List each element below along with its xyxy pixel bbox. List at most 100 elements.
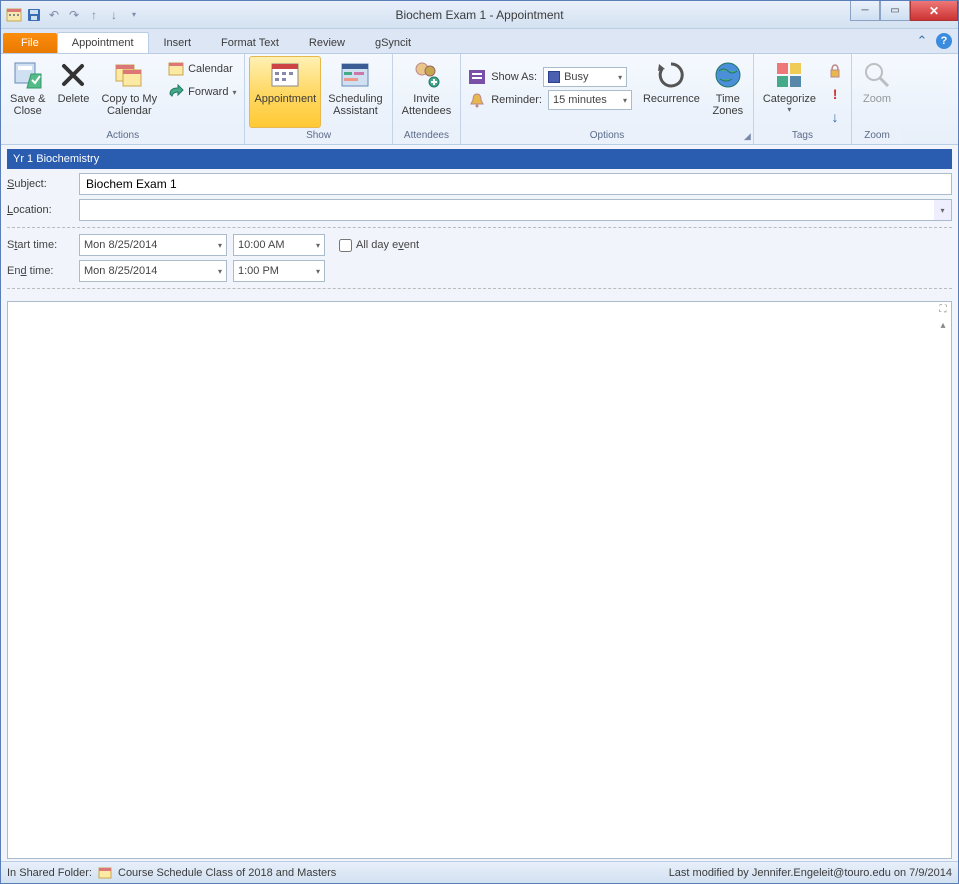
scheduling-icon	[339, 59, 371, 91]
exclamation-icon: !	[827, 86, 843, 102]
statusbar: In Shared Folder: Course Schedule Class …	[1, 861, 958, 883]
show-as-dropdown[interactable]: Busy ▾	[543, 67, 627, 87]
expand-icon[interactable]: ⛶	[936, 304, 950, 318]
options-dialog-launcher[interactable]: ◢	[744, 131, 751, 142]
subject-input[interactable]	[79, 173, 952, 195]
group-tags-label: Tags	[754, 130, 851, 144]
save-icon[interactable]	[25, 6, 43, 24]
recurrence-button[interactable]: Recurrence	[638, 56, 705, 128]
group-attendees-label: Attendees	[393, 130, 461, 144]
location-input[interactable]	[79, 199, 934, 221]
delete-button[interactable]: Delete	[52, 56, 94, 128]
subject-label: Subject:	[7, 178, 73, 190]
calendar-icon	[168, 61, 184, 77]
app-icon	[5, 6, 23, 24]
previous-item-icon[interactable]: ↑	[85, 6, 103, 24]
start-time-input[interactable]: 10:00 AM▾	[233, 234, 325, 256]
window-title: Biochem Exam 1 - Appointment	[395, 8, 563, 22]
reminder-label: Reminder:	[491, 94, 542, 106]
separator	[7, 288, 952, 289]
save-close-icon	[12, 59, 44, 91]
body-area: ⛶ ▴	[7, 301, 952, 859]
window-controls: ─ ▭ ✕	[850, 1, 958, 21]
chevron-down-icon: ▾	[618, 73, 622, 82]
scheduling-label: Scheduling Assistant	[328, 93, 382, 117]
tab-appointment[interactable]: Appointment	[57, 32, 149, 53]
time-zones-button[interactable]: Time Zones	[707, 56, 749, 128]
forward-label: Forward	[188, 86, 228, 98]
group-options: Show As: Busy ▾ Reminder: 15 minutes	[461, 54, 754, 144]
invite-icon	[410, 59, 442, 91]
scroll-up-icon[interactable]: ▴	[936, 320, 950, 334]
invite-button[interactable]: Invite Attendees	[397, 56, 457, 128]
calendar-small-icon	[98, 866, 112, 880]
forward-icon	[168, 84, 184, 100]
delete-icon	[57, 59, 89, 91]
copy-calendar-button[interactable]: Copy to My Calendar	[96, 56, 162, 128]
ribbon: Save & Close Delete Copy to My Calendar	[1, 53, 958, 145]
globe-icon	[712, 59, 744, 91]
appointment-button[interactable]: Appointment	[249, 56, 321, 128]
info-banner: Yr 1 Biochemistry	[7, 149, 952, 169]
zoom-button[interactable]: Zoom	[856, 56, 898, 128]
show-as-label: Show As:	[491, 71, 537, 83]
forward-button[interactable]: Forward ▾	[164, 81, 240, 103]
minimize-button[interactable]: ─	[850, 1, 880, 21]
maximize-button[interactable]: ▭	[880, 1, 910, 21]
start-date-input[interactable]: Mon 8/25/2014▾	[79, 234, 227, 256]
zoom-icon	[861, 59, 893, 91]
forward-dropdown-icon: ▾	[232, 88, 236, 97]
categorize-button[interactable]: Categorize ▾	[758, 56, 821, 128]
categorize-icon	[773, 59, 805, 91]
tab-review[interactable]: Review	[294, 32, 360, 53]
reminder-dropdown[interactable]: 15 minutes ▾	[548, 90, 632, 110]
group-zoom-label: Zoom	[852, 130, 902, 144]
tab-format-text[interactable]: Format Text	[206, 32, 294, 53]
tab-gsyncit[interactable]: gSyncit	[360, 32, 426, 53]
save-close-label: Save & Close	[10, 93, 45, 117]
all-day-label: All day event	[356, 239, 419, 251]
file-tab[interactable]: File	[3, 33, 57, 53]
help-icon[interactable]: ?	[936, 33, 952, 49]
recurrence-label: Recurrence	[643, 93, 700, 105]
recurrence-icon	[655, 59, 687, 91]
all-day-checkbox[interactable]: All day event	[339, 239, 419, 252]
zoom-label: Zoom	[863, 93, 891, 105]
start-time-label: Start time:	[7, 239, 73, 251]
group-actions: Save & Close Delete Copy to My Calendar	[1, 54, 245, 144]
redo-icon[interactable]: ↷	[65, 6, 83, 24]
copy-calendar-label: Copy to My Calendar	[101, 93, 157, 117]
all-day-checkbox-input[interactable]	[339, 239, 352, 252]
show-as-icon	[469, 70, 485, 84]
minimize-ribbon-icon[interactable]: ⌃	[914, 33, 930, 49]
save-close-button[interactable]: Save & Close	[5, 56, 50, 128]
group-options-label: Options◢	[461, 130, 753, 144]
group-attendees: Invite Attendees Attendees	[393, 54, 462, 144]
private-button[interactable]	[823, 60, 847, 82]
qat-customize-icon[interactable]: ▾	[125, 6, 143, 24]
close-button[interactable]: ✕	[910, 1, 958, 21]
high-importance-button[interactable]: !	[823, 83, 847, 105]
scheduling-button[interactable]: Scheduling Assistant	[323, 56, 387, 128]
low-importance-button[interactable]: ↓	[823, 106, 847, 128]
appointment-label: Appointment	[254, 93, 316, 105]
appointment-form: Yr 1 Biochemistry Subject: Location: ▾ S…	[1, 145, 958, 861]
ribbon-tabs: File Appointment Insert Format Text Revi…	[1, 29, 958, 53]
calendar-button[interactable]: Calendar	[164, 58, 240, 80]
titlebar: ↶ ↷ ↑ ↓ ▾ Biochem Exam 1 - Appointment ─…	[1, 1, 958, 29]
group-zoom: Zoom Zoom	[852, 54, 902, 144]
end-date-input[interactable]: Mon 8/25/2014▾	[79, 260, 227, 282]
tab-insert[interactable]: Insert	[149, 32, 207, 53]
shared-folder-name: Course Schedule Class of 2018 and Master…	[118, 867, 336, 879]
quick-access-toolbar: ↶ ↷ ↑ ↓ ▾	[1, 6, 143, 24]
undo-icon[interactable]: ↶	[45, 6, 63, 24]
end-time-input[interactable]: 1:00 PM▾	[233, 260, 325, 282]
show-as-value: Busy	[564, 71, 588, 83]
shared-folder-label: In Shared Folder:	[7, 867, 92, 879]
end-time-label: End time:	[7, 265, 73, 277]
body-textarea[interactable]	[8, 302, 933, 858]
location-dropdown[interactable]: ▾	[934, 199, 952, 221]
copy-calendar-icon	[113, 59, 145, 91]
next-item-icon[interactable]: ↓	[105, 6, 123, 24]
last-modified-text: Last modified by Jennifer.Engeleit@touro…	[669, 867, 952, 879]
